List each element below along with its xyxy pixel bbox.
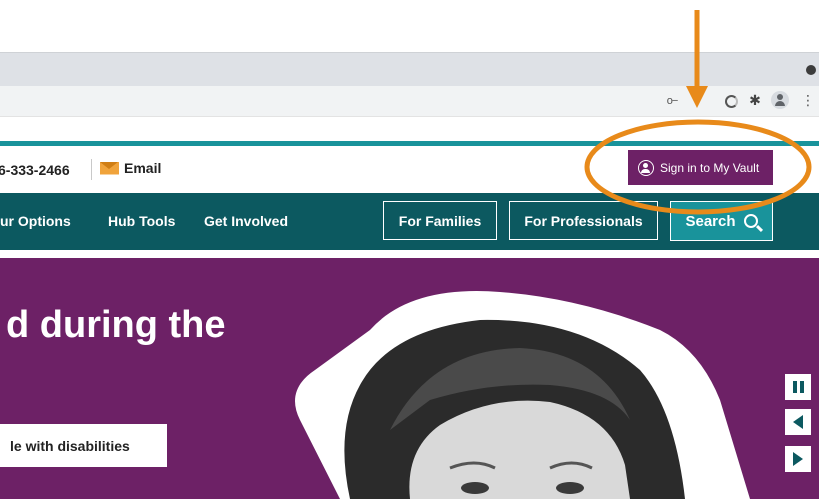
profile-icon[interactable] bbox=[771, 91, 789, 109]
carousel-pause-button[interactable] bbox=[785, 374, 811, 400]
for-professionals-button[interactable]: For Professionals bbox=[509, 201, 658, 240]
kebab-menu-icon[interactable]: ⋮ bbox=[800, 92, 816, 108]
key-icon[interactable]: o− bbox=[664, 93, 680, 109]
nav-link-get-involved[interactable]: Get Involved bbox=[204, 213, 288, 229]
utility-divider bbox=[91, 159, 92, 180]
search-button[interactable]: Search bbox=[670, 201, 773, 241]
nav-bottom-gap bbox=[0, 250, 819, 258]
prev-arrow-icon bbox=[793, 415, 803, 429]
browser-address-bar[interactable] bbox=[0, 86, 819, 117]
search-icon bbox=[743, 214, 758, 228]
sign-in-label: Sign in to My Vault bbox=[660, 160, 760, 175]
sign-in-button[interactable]: Sign in to My Vault bbox=[628, 150, 773, 185]
carousel-next-button[interactable] bbox=[785, 446, 811, 472]
email-link[interactable]: Email bbox=[100, 160, 161, 176]
extension-circle-icon[interactable] bbox=[723, 93, 739, 109]
phone-link[interactable]: 6-333-2466 bbox=[0, 162, 70, 178]
nav-link-options[interactable]: ur Options bbox=[0, 213, 71, 229]
pause-icon bbox=[792, 381, 804, 393]
hero-portrait-image bbox=[295, 291, 750, 499]
hero-cta-button[interactable]: le with disabilities bbox=[0, 424, 167, 467]
nav-link-hub-tools[interactable]: Hub Tools bbox=[108, 213, 175, 229]
mail-icon bbox=[100, 161, 119, 175]
email-label: Email bbox=[124, 160, 162, 176]
carousel-prev-button[interactable] bbox=[785, 409, 811, 435]
hero-heading: d during the bbox=[6, 304, 226, 346]
user-circle-icon bbox=[638, 159, 654, 176]
screenshot-stage: o− ✱ ⋮ 6-333-2466 Email Sign in to My Va… bbox=[0, 0, 819, 499]
browser-tab-strip bbox=[0, 52, 819, 87]
page-top-blank bbox=[0, 117, 819, 141]
puzzle-icon[interactable]: ✱ bbox=[747, 92, 763, 108]
browser-menu-dot-icon[interactable] bbox=[806, 65, 816, 75]
search-label: Search bbox=[685, 212, 736, 230]
for-families-button[interactable]: For Families bbox=[383, 201, 497, 240]
next-arrow-icon bbox=[793, 452, 803, 466]
